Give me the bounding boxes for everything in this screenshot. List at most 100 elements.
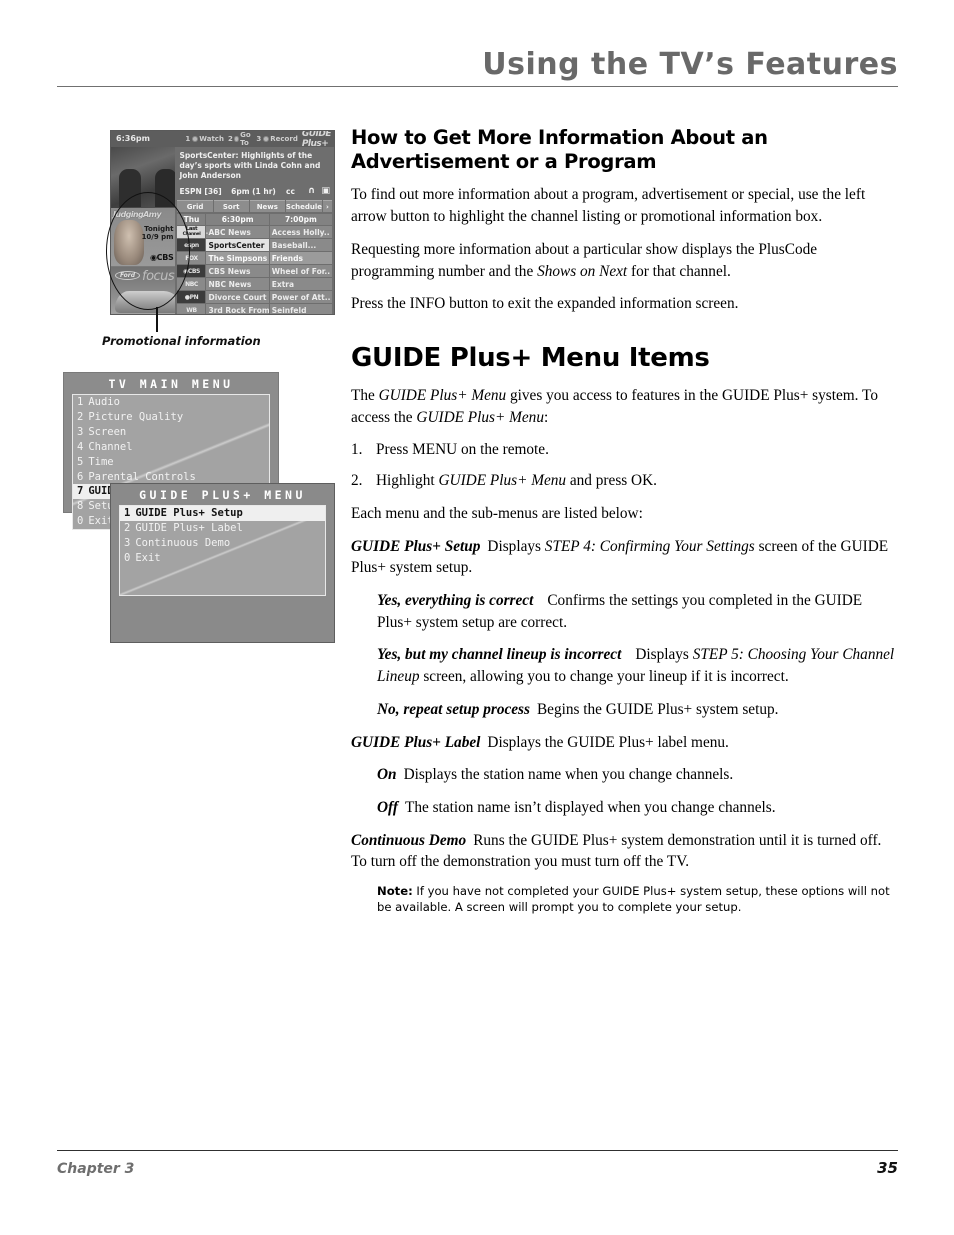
guide-airtime: 6pm (1 hr) xyxy=(231,186,276,196)
definition-yes-everything-correct: Yes, everything is correct Confirms the s… xyxy=(377,591,863,631)
paragraph-3: Press the INFO button to exit the expand… xyxy=(351,295,739,313)
menu-item-continuous-demo[interactable]: 3 Continuous Demo xyxy=(120,536,325,551)
section-heading-2: GUIDE Plus+ Menu Items xyxy=(351,342,710,373)
program-cell[interactable]: CBS News xyxy=(206,265,269,278)
guide-program-meta: ESPN [36] 6pm (1 hr) cc ∩ ▣ xyxy=(175,183,334,200)
guide-info-column: SportsCenter: Highlights of the day’s sp… xyxy=(175,147,334,314)
menu-item-time[interactable]: 5 Time xyxy=(73,455,269,470)
paragraph-1: To find out more information about a pro… xyxy=(351,186,866,226)
footer-page-number: 35 xyxy=(877,1159,898,1177)
program-cell[interactable]: Seinfeld xyxy=(269,304,333,314)
paragraph-2: Requesting more information about a part… xyxy=(351,240,818,280)
note-text: If you have not completed your GUIDE Plu… xyxy=(377,884,890,914)
emphasis-guide-plus-menu: GUIDE Plus+ Menu xyxy=(438,472,567,490)
header-divider xyxy=(57,86,898,87)
guide-grid-rows: Last Channel ̶ABC News Access Holly.. esp… xyxy=(175,226,334,314)
guide-action-record[interactable]: 3 Record xyxy=(256,135,297,143)
bullet-icon xyxy=(191,136,198,142)
definition-term: Yes, everything is correct xyxy=(377,591,534,609)
step-text: Highlight GUIDE Plus+ Menu and press OK. xyxy=(376,472,657,490)
program-cell[interactable]: The Simpsons xyxy=(206,252,269,265)
guide-action-watch[interactable]: 1 Watch xyxy=(185,135,224,143)
program-cell[interactable]: Baseball... xyxy=(269,239,333,252)
chevron-right-icon[interactable]: › xyxy=(322,200,332,213)
promo-caption: Promotional information xyxy=(102,334,261,348)
program-cell[interactable]: Extra xyxy=(269,278,333,291)
definition-term: GUIDE Plus+ Setup xyxy=(351,537,481,555)
program-cell[interactable]: ̶ABC News xyxy=(206,226,269,239)
emphasis-shows-on-next: Shows on Next xyxy=(537,262,628,280)
menu-item-picture-quality[interactable]: 2 Picture Quality xyxy=(73,410,269,425)
definition-off: Off The station name isn’t displayed when… xyxy=(377,799,776,816)
step-text: Press MENU on the remote. xyxy=(376,441,549,459)
definition-guide-plus-label: GUIDE Plus+ Label Displays the GUIDE Plus… xyxy=(351,733,729,751)
definition-term: GUIDE Plus+ Label xyxy=(351,733,481,751)
main-text-column: How to Get More Information About an Adv… xyxy=(351,126,900,915)
ordered-steps: 1. Press MENU on the remote. 2. Highligh… xyxy=(351,439,900,491)
table-row[interactable]: WB 3rd Rock From.. Seinfeld xyxy=(177,304,333,314)
emphasis-guide-plus-menu: GUIDE Plus+ Menu xyxy=(416,408,544,426)
section-heading-1: How to Get More Information About an Adv… xyxy=(351,126,768,174)
headphone-icon: ∩ xyxy=(307,186,316,197)
guide-program-description: SportsCenter: Highlights of the day’s sp… xyxy=(179,151,321,180)
bullet-icon xyxy=(234,136,239,142)
guide-grid-slot1: 6:30pm xyxy=(206,214,269,226)
program-cell[interactable]: Power of Att.. xyxy=(269,291,333,304)
table-row[interactable]: espn SportsCenter Baseball... xyxy=(177,239,333,252)
table-row[interactable]: NBC NBC News Extra xyxy=(177,278,333,291)
page-title: Using the TV’s Features xyxy=(482,47,898,82)
definition-yes-lineup-incorrect: Yes, but my channel lineup is incorrect D… xyxy=(377,646,895,686)
table-row[interactable]: ●PN Divorce Court Power of Att.. xyxy=(177,291,333,304)
guide-action-goto[interactable]: 2 Go To xyxy=(228,131,252,147)
note-block: Note: If you have not completed your GUI… xyxy=(377,884,900,915)
menu-item-exit[interactable]: 0 Exit xyxy=(120,551,325,566)
table-row[interactable]: Last Channel ̶ABC News Access Holly.. xyxy=(177,226,333,239)
definition-on: On Displays the station name when you cha… xyxy=(377,766,734,784)
program-cell[interactable]: 3rd Rock From.. xyxy=(206,304,269,314)
definition-term: On xyxy=(377,766,397,784)
program-cell[interactable]: Friends xyxy=(269,252,333,265)
list-item: 2. Highlight GUIDE Plus+ Menu and press … xyxy=(351,470,900,492)
emphasis-guide-plus-menu: GUIDE Plus+ Menu xyxy=(378,386,507,404)
program-cell[interactable]: Access Holly.. xyxy=(269,226,333,239)
definition-term: Off xyxy=(377,799,398,816)
menu-item-guide-plus-label[interactable]: 2 GUIDE Plus+ Label xyxy=(120,521,325,536)
table-row[interactable]: FOX The Simpsons Friends xyxy=(177,252,333,265)
guide-action-bar: 1 Watch 2 Go To 3 Record GUIDE Plus+ xyxy=(181,131,334,149)
info-box-icon: ▣ xyxy=(321,186,330,197)
list-item: 1. Press MENU on the remote. xyxy=(351,439,900,461)
menu-spacer xyxy=(120,566,325,581)
table-row[interactable]: ◉CBS CBS News Wheel of For.. xyxy=(177,265,333,278)
menu-item-screen[interactable]: 3 Screen xyxy=(73,425,269,440)
menu-item-audio[interactable]: 1 Audio xyxy=(73,395,269,410)
definition-term: Continuous Demo xyxy=(351,831,467,849)
guide-plus-menu-list: 1 GUIDE Plus+ Setup 2 GUIDE Plus+ Label 3C… xyxy=(119,505,326,597)
bullet-icon xyxy=(262,136,269,142)
step-number: 1. xyxy=(351,441,363,459)
program-cell[interactable]: NBC News xyxy=(206,278,269,291)
guide-tab-news[interactable]: News xyxy=(249,200,285,213)
guide-tab-bar: Grid Sort News Schedule › xyxy=(175,200,334,213)
promo-callout-ellipse xyxy=(106,192,190,310)
menu-spacer xyxy=(120,581,325,596)
guide-top-bar: 6:36pm 1 Watch 2 Go To 3 Record GUIDE Plus+ xyxy=(111,131,334,149)
footer-chapter-label: Chapter 3 xyxy=(57,1161,135,1177)
menu-item-guide-plus-setup[interactable]: 1 GUIDE Plus+ Setup xyxy=(120,506,325,521)
program-cell[interactable]: Divorce Court xyxy=(206,291,269,304)
definition-term: Yes, but my channel lineup is incorrect xyxy=(377,646,622,664)
guide-clock: 6:36pm xyxy=(111,131,182,147)
guide-tab-sort[interactable]: Sort xyxy=(213,200,249,213)
menu-item-channel[interactable]: 4 Channel xyxy=(73,440,269,455)
guide-plus-menu-screenshot: GUIDE PLUS+ MENU 1 GUIDE Plus+ Setup 2 GUI… xyxy=(110,483,335,643)
paragraph-5: Each menu and the sub-menus are listed b… xyxy=(351,504,643,522)
step-number: 2. xyxy=(351,472,363,490)
program-cell-selected[interactable]: SportsCenter xyxy=(206,239,269,252)
guide-grid-slot2: 7:00pm xyxy=(269,214,333,226)
paragraph-4: The GUIDE Plus+ Menu gives you access to… xyxy=(351,386,878,426)
guide-tab-grid[interactable]: Grid xyxy=(177,200,213,213)
guide-tab-schedule[interactable]: Schedule xyxy=(285,200,322,213)
program-cell[interactable]: Wheel of For.. xyxy=(269,265,333,278)
channel-logo-icon: WB xyxy=(177,304,206,314)
note-label: Note: xyxy=(377,884,413,899)
promo-callout-leader-line xyxy=(156,307,158,332)
